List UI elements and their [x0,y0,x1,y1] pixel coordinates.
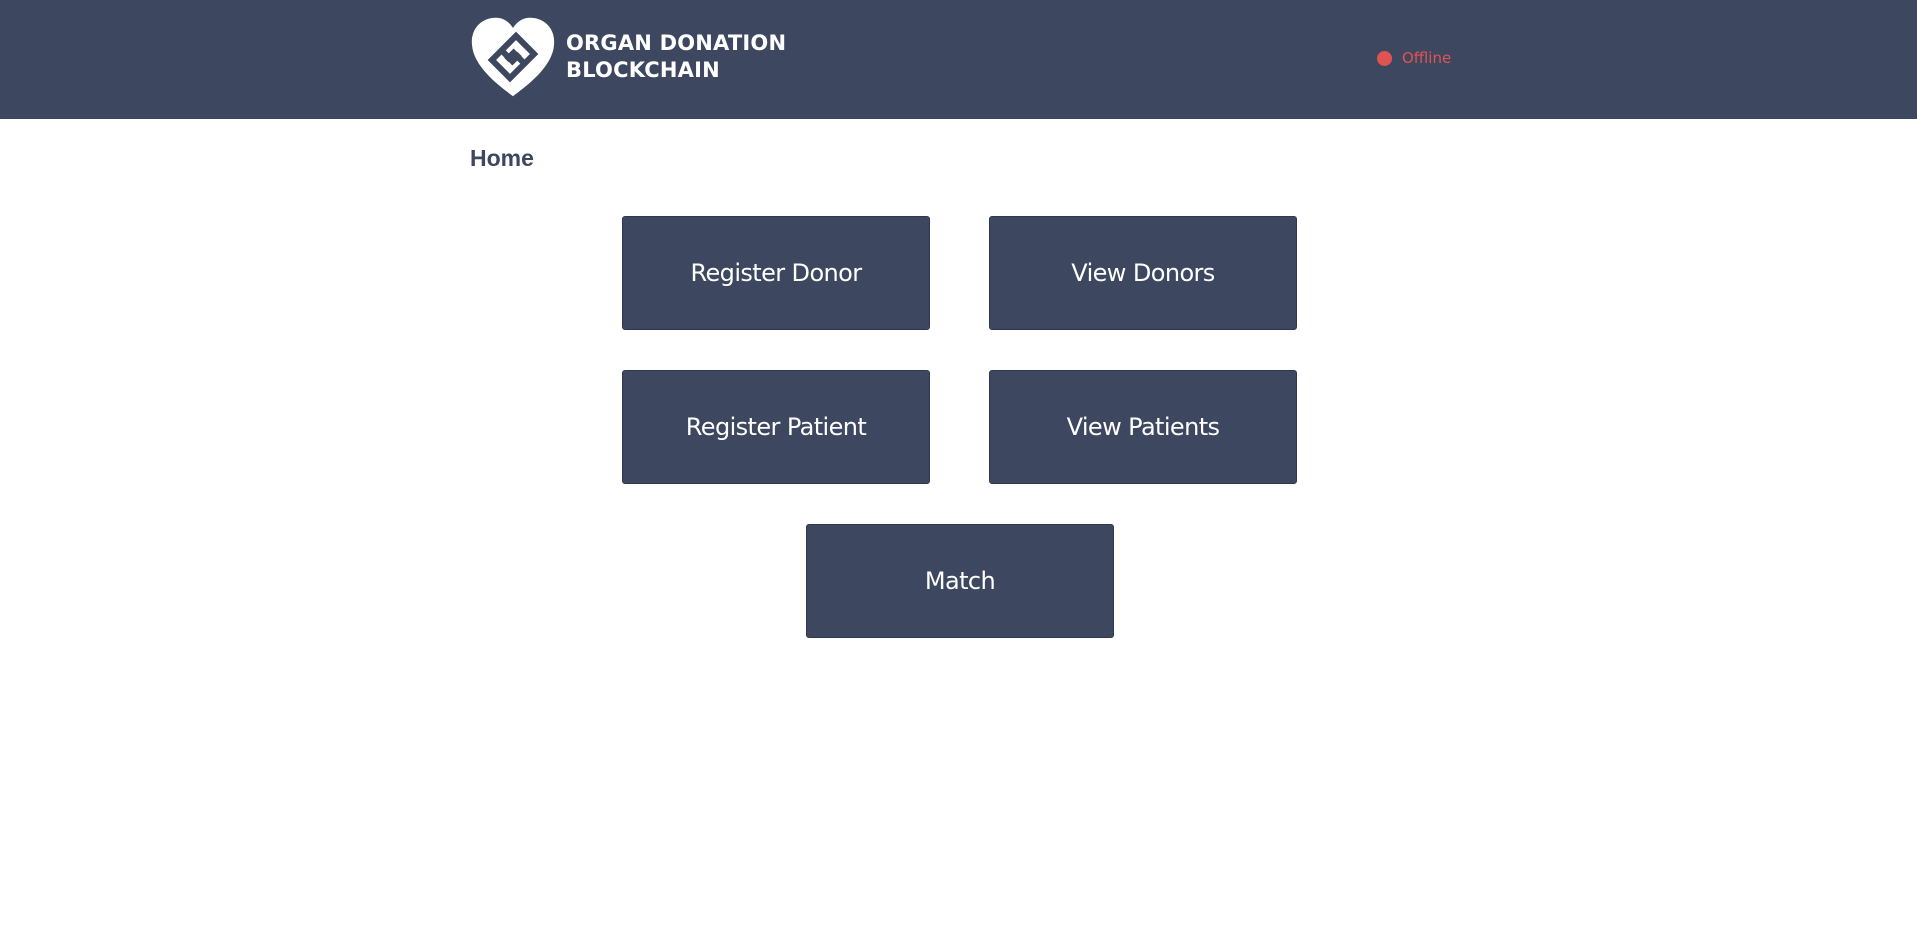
status-dot-icon [1377,50,1392,66]
brand-line-2: BLOCKCHAIN [566,58,720,82]
heart-chain-logo-icon [471,17,555,97]
status-label: Offline [1402,49,1452,67]
brand[interactable]: ORGAN DONATION BLOCKCHAIN [470,16,786,98]
page-title: Home [470,145,534,171]
match-button[interactable]: Match [806,524,1114,638]
brand-line-1: ORGAN DONATION [566,31,787,55]
register-donor-button[interactable]: Register Donor [622,216,930,330]
top-navbar: ORGAN DONATION BLOCKCHAIN Offline [0,0,1917,119]
view-patients-button[interactable]: View Patients [989,370,1297,484]
brand-name: ORGAN DONATION BLOCKCHAIN [566,30,786,84]
connection-status: Offline [1377,49,1451,67]
register-patient-button[interactable]: Register Patient [622,370,930,484]
view-donors-button[interactable]: View Donors [989,216,1297,330]
